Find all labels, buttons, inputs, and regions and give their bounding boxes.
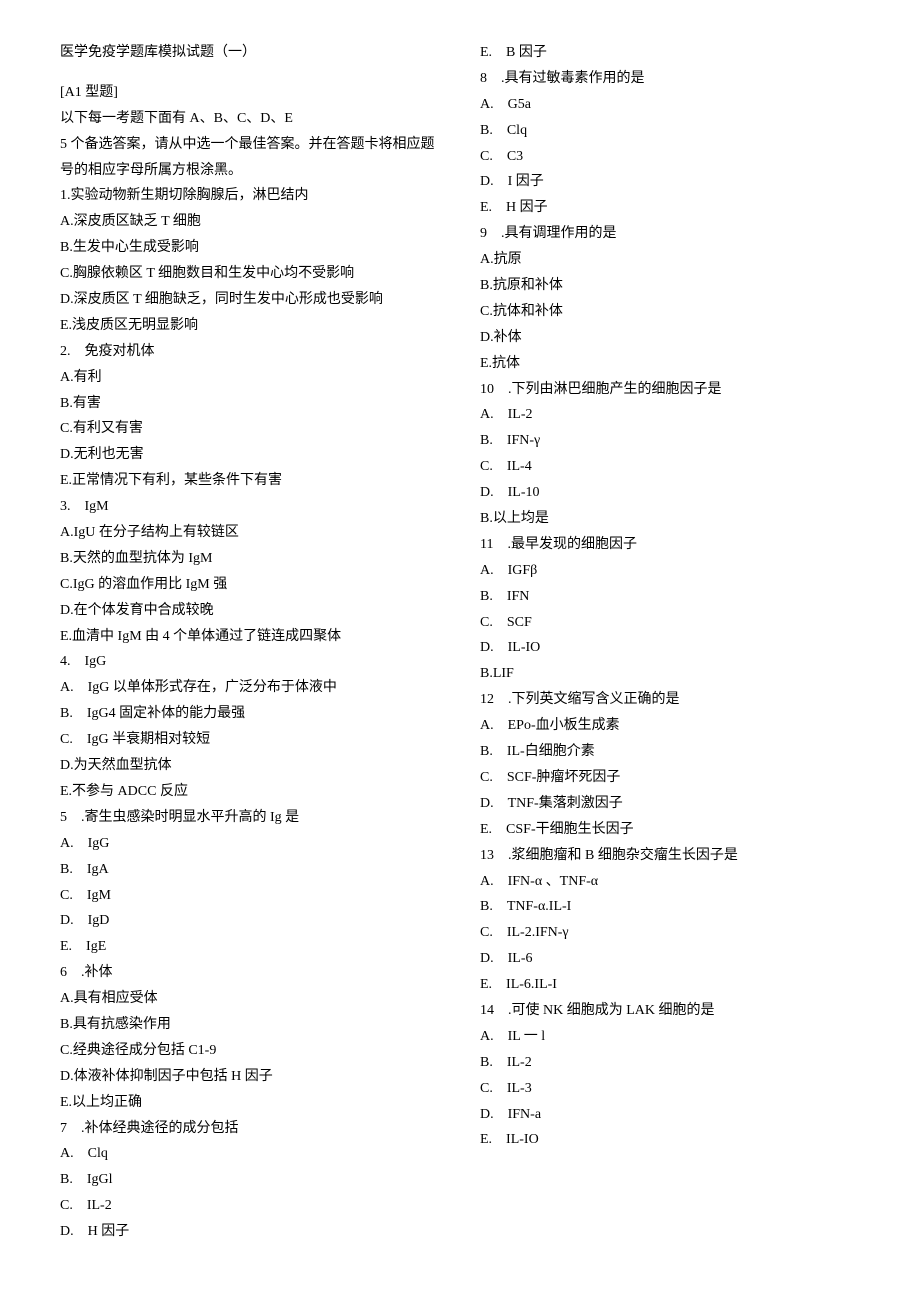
q14-option-c: C. IL-3 <box>480 1076 860 1102</box>
q2-option-a: A.有利 <box>60 365 440 391</box>
q12-option-b: B. IL-白细胞介素 <box>480 739 860 765</box>
q8-stem: 8 .具有过敏毒素作用的是 <box>480 66 860 92</box>
q12-option-d: D. TNF-集落刺激因子 <box>480 791 860 817</box>
q2-option-e: E.正常情况下有利，某些条件下有害 <box>60 468 440 494</box>
q12-option-e: E. CSF-干细胞生长因子 <box>480 817 860 843</box>
q1-stem: 1.实验动物新生期切除胸腺后，淋巴结内 <box>60 183 440 209</box>
q9-option-d: D.补体 <box>480 325 860 351</box>
q3-option-e: E.血清中 IgM 由 4 个单体通过了链连成四聚体 <box>60 624 440 650</box>
q3-option-b: B.天然的血型抗体为 IgM <box>60 546 440 572</box>
q13-option-e: E. IL-6.IL-I <box>480 972 860 998</box>
q6-stem: 6 .补体 <box>60 960 440 986</box>
q3-stem: 3. IgM <box>60 494 440 520</box>
q10-option-a: A. IL-2 <box>480 402 860 428</box>
q10-option-b: B. IFN-γ <box>480 428 860 454</box>
q8-option-c: C. C3 <box>480 144 860 170</box>
q7-option-d: D. H 因子 <box>60 1219 440 1245</box>
q7-option-c: C. IL-2 <box>60 1193 440 1219</box>
q1-option-c: C.胸腺依赖区 T 细胞数目和生发中心均不受影响 <box>60 261 440 287</box>
q6-option-c: C.经典途径成分包括 C1-9 <box>60 1038 440 1064</box>
q9-option-c: C.抗体和补体 <box>480 299 860 325</box>
q13-option-b: B. TNF-α.IL-I <box>480 894 860 920</box>
q1-option-a: A.深皮质区缺乏 T 细胞 <box>60 209 440 235</box>
doc-title: 医学免疫学题库模拟试题（一） <box>60 40 440 66</box>
q6-option-e: E.以上均正确 <box>60 1090 440 1116</box>
q1-option-b: B.生发中心生成受影响 <box>60 235 440 261</box>
q12-option-c: C. SCF-肿瘤坏死因子 <box>480 765 860 791</box>
q6-option-b: B.具有抗感染作用 <box>60 1012 440 1038</box>
q4-option-c: C. IgG 半衰期相对较短 <box>60 727 440 753</box>
q14-option-b: B. IL-2 <box>480 1050 860 1076</box>
q11-stem: 11 .最早发现的细胞因子 <box>480 532 860 558</box>
page-content: 医学免疫学题库模拟试题（一） [A1 型题] 以下每一考题下面有 A、B、C、D… <box>60 40 860 1260</box>
q6-option-d: D.体液补体抑制因子中包括 H 因子 <box>60 1064 440 1090</box>
q11-option-b: B. IFN <box>480 584 860 610</box>
q4-option-d: D.为天然血型抗体 <box>60 753 440 779</box>
q12-option-a: A. EPo-血小板生成素 <box>480 713 860 739</box>
q13-option-d: D. IL-6 <box>480 946 860 972</box>
q6-option-a: A.具有相应受体 <box>60 986 440 1012</box>
q2-option-b: B.有害 <box>60 391 440 417</box>
q11-option-d: D. IL-IO <box>480 635 860 661</box>
q14-option-a: A. IL 一 l <box>480 1024 860 1050</box>
q14-stem: 14 .可使 NK 细胞成为 LAK 细胞的是 <box>480 998 860 1024</box>
q1-option-e: E.浅皮质区无明显影响 <box>60 313 440 339</box>
q5-option-c: C. IgM <box>60 883 440 909</box>
q4-option-e: E.不参与 ADCC 反应 <box>60 779 440 805</box>
q10-stem: 10 .下列由淋巴细胞产生的细胞因子是 <box>480 377 860 403</box>
q3-option-d: D.在个体发育中合成较晚 <box>60 598 440 624</box>
q13-option-c: C. IL-2.IFN-γ <box>480 920 860 946</box>
q10-option-c: C. IL-4 <box>480 454 860 480</box>
q14-option-d: D. IFN-a <box>480 1102 860 1128</box>
q12-stem: 12 .下列英文缩写含义正确的是 <box>480 687 860 713</box>
q5-option-b: B. IgA <box>60 857 440 883</box>
q1-option-d: D.深皮质区 T 细胞缺乏，同时生发中心形成也受影响 <box>60 287 440 313</box>
q9-stem: 9 .具有调理作用的是 <box>480 221 860 247</box>
q2-option-c: C.有利又有害 <box>60 416 440 442</box>
q8-option-a: A. G5a <box>480 92 860 118</box>
q7-option-a: A. Clq <box>60 1141 440 1167</box>
q2-stem: 2. 免疫对机体 <box>60 339 440 365</box>
q5-option-e: E. IgE <box>60 934 440 960</box>
q5-option-a: A. IgG <box>60 831 440 857</box>
q4-stem: 4. IgG <box>60 649 440 675</box>
q7-option-b: B. IgGl <box>60 1167 440 1193</box>
q5-stem: 5 .寄生虫感染时明显水平升高的 Ig 是 <box>60 805 440 831</box>
q7-stem: 7 .补体经典途径的成分包括 <box>60 1116 440 1142</box>
q3-option-c: C.IgG 的溶血作用比 IgM 强 <box>60 572 440 598</box>
q14-option-e: E. IL-IO <box>480 1127 860 1153</box>
q8-option-e: E. H 因子 <box>480 195 860 221</box>
q9-option-b: B.抗原和补体 <box>480 273 860 299</box>
q11-option-a: A. IGFβ <box>480 558 860 584</box>
q5-option-d: D. IgD <box>60 908 440 934</box>
q13-stem: 13 .浆细胞瘤和 B 细胞杂交瘤生长因子是 <box>480 843 860 869</box>
q4-option-a: A. IgG 以单体形式存在，广泛分布于体液中 <box>60 675 440 701</box>
q11-option-e: B.LIF <box>480 661 860 687</box>
q7-option-e: E. B 因子 <box>480 40 860 66</box>
instructions-line-1: 以下每一考题下面有 A、B、C、D、E <box>60 106 440 132</box>
q10-option-d: D. IL-10 <box>480 480 860 506</box>
q11-option-c: C. SCF <box>480 610 860 636</box>
q10-option-e: B.以上均是 <box>480 506 860 532</box>
section-header: [A1 型题] <box>60 80 440 106</box>
q9-option-a: A.抗原 <box>480 247 860 273</box>
q9-option-e: E.抗体 <box>480 351 860 377</box>
q2-option-d: D.无利也无害 <box>60 442 440 468</box>
instructions-line-2: 5 个备选答案，请从中选一个最佳答案。并在答题卡将相应题号的相应字母所属方根涂黑… <box>60 132 440 184</box>
q8-option-b: B. Clq <box>480 118 860 144</box>
q4-option-b: B. IgG4 固定补体的能力最强 <box>60 701 440 727</box>
q3-option-a: A.IgU 在分子结构上有较链区 <box>60 520 440 546</box>
q8-option-d: D. I 因子 <box>480 169 860 195</box>
q13-option-a: A. IFN-α 、TNF-α <box>480 869 860 895</box>
